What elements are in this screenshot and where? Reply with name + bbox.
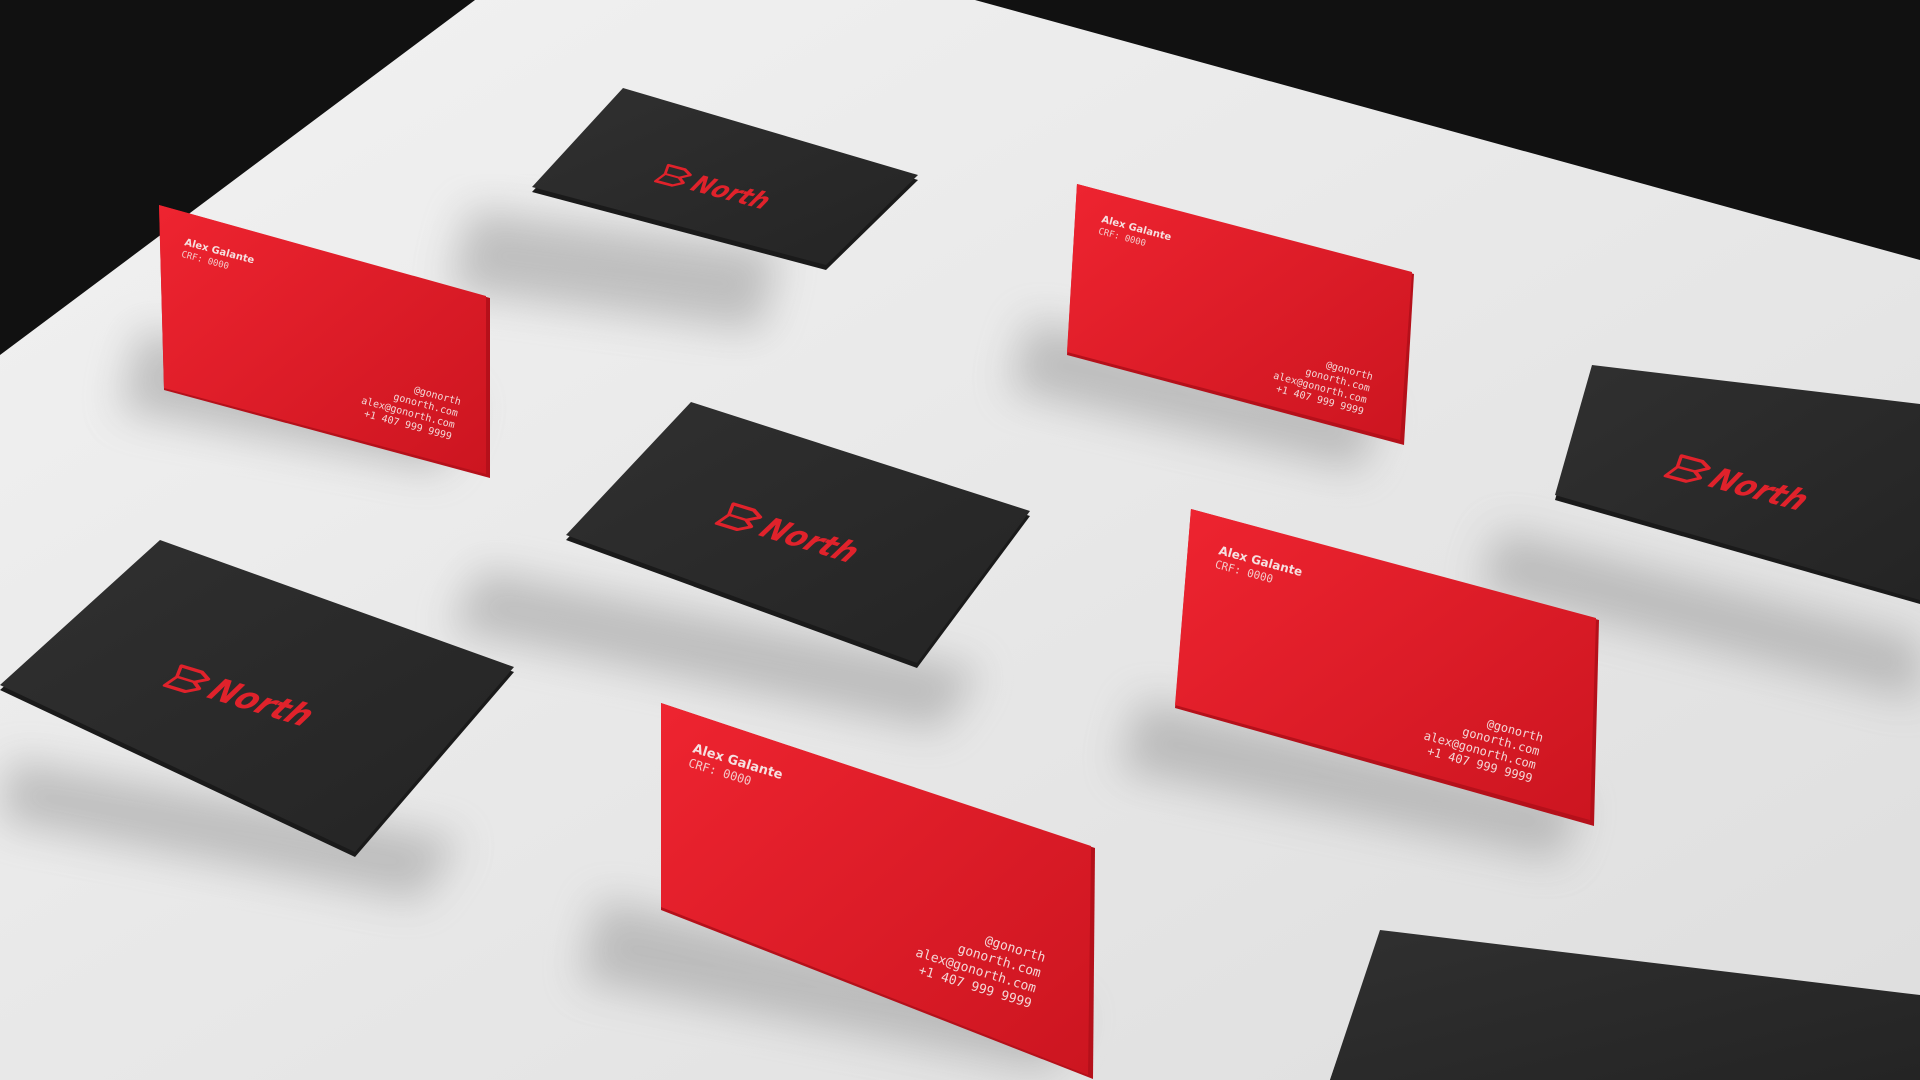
business-card-mockup-scene: North Alex Galante CRF: 0000 @gonorth go… <box>0 0 1920 1080</box>
